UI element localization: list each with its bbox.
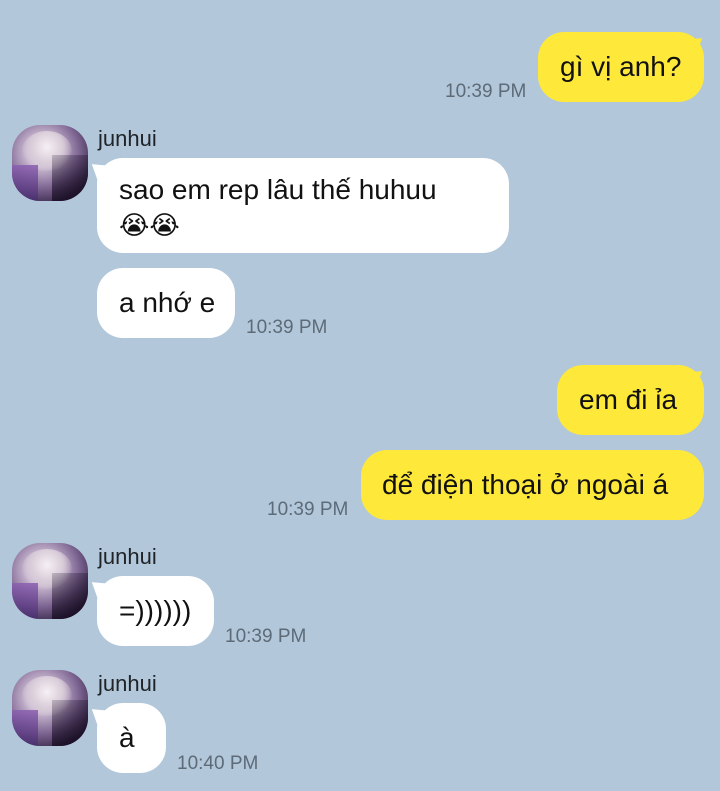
message-text: a nhớ e (119, 287, 216, 318)
message-text: à (119, 722, 135, 753)
sender-name: junhui (98, 544, 157, 569)
crying-emoji-icon: 😭😭 (119, 211, 180, 241)
message-timestamp: 10:39 PM (225, 626, 307, 647)
message-bubble-sent[interactable]: để điện thoại ở ngoài á (361, 450, 704, 520)
message-text: em đi ỉa (579, 384, 678, 415)
message-text: sao em rep lâu thế huhuu (119, 174, 437, 205)
message-text: gì vị anh? (560, 51, 682, 82)
avatar[interactable] (12, 543, 88, 619)
avatar[interactable] (12, 125, 88, 201)
message-bubble-received[interactable]: sao em rep lâu thế huhuu 😭😭 (97, 158, 509, 253)
message-timestamp: 10:39 PM (267, 499, 349, 520)
message-bubble-sent[interactable]: gì vị anh? (538, 32, 704, 102)
avatar[interactable] (12, 670, 88, 746)
message-bubble-received[interactable]: à (97, 703, 166, 773)
message-text: để điện thoại ở ngoài á (382, 469, 669, 500)
message-timestamp: 10:40 PM (177, 753, 259, 774)
message-timestamp: 10:39 PM (246, 317, 328, 338)
sender-name: junhui (98, 671, 157, 696)
message-bubble-received[interactable]: a nhớ e (97, 268, 235, 338)
message-bubble-received[interactable]: =)))))) (97, 576, 214, 646)
sender-name: junhui (98, 126, 157, 151)
message-bubble-sent[interactable]: em đi ỉa (557, 365, 704, 435)
chat-screen: { "colors": { "background": "#b2c7da", "… (0, 0, 720, 791)
message-timestamp: 10:39 PM (445, 81, 527, 102)
message-text: =)))))) (119, 595, 192, 626)
